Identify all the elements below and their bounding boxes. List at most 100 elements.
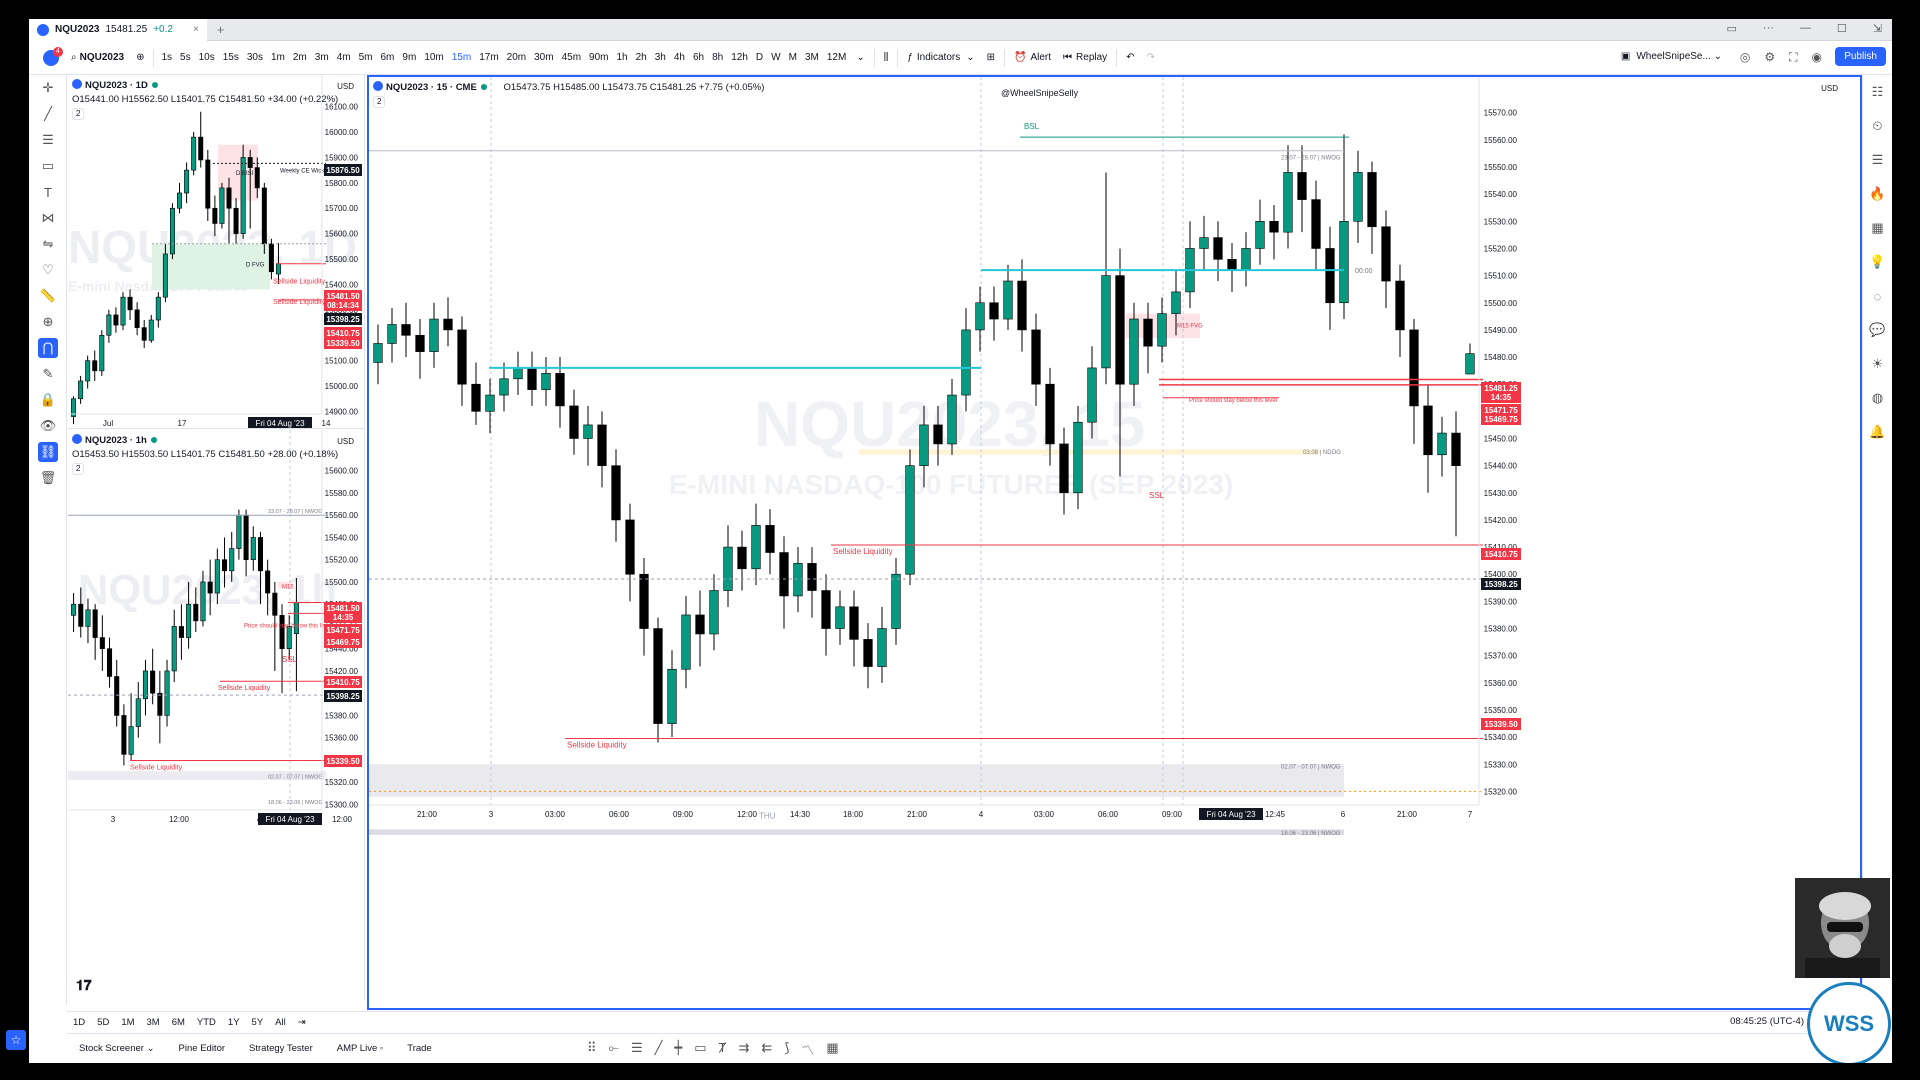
interval-10s[interactable]: 10s [195, 41, 219, 75]
hourly-symbol[interactable]: NQU2023 · 1h [85, 435, 147, 446]
layout-selector[interactable]: ▣ WheelSnipeSe... ⌄ [1621, 51, 1722, 62]
snapshot-icon[interactable]: ◉ [1812, 50, 1822, 65]
range-1y[interactable]: 1Y [228, 1017, 240, 1028]
rectangle-icon[interactable]: ▭ [694, 1040, 706, 1059]
quick-search-icon[interactable]: ◎ [1740, 50, 1750, 65]
chart-type-icon[interactable]: ⫼ [878, 41, 895, 75]
alerts-icon[interactable]: ⏲ [1863, 109, 1892, 143]
interval-2m[interactable]: 2m [289, 41, 311, 75]
interval-3h[interactable]: 3h [651, 41, 670, 75]
new-tab-icon[interactable]: + [217, 22, 225, 37]
hourly-chart-svg[interactable]: 23.07 - 28.07 | NWOG M15 Price should stay… [68, 430, 365, 1000]
trend-line-icon[interactable]: ╱ [29, 101, 67, 127]
range-5d[interactable]: 5D [97, 1017, 109, 1028]
hourly-currency[interactable]: USD [337, 437, 354, 446]
range-1m[interactable]: 1M [121, 1017, 134, 1028]
ruler-icon[interactable]: 📏 [29, 283, 67, 309]
interval-20m[interactable]: 20m [503, 41, 530, 75]
interval-12h[interactable]: 12h [727, 41, 752, 75]
tab-trade[interactable]: Trade [395, 1043, 443, 1054]
compare-icon[interactable]: ⊕ [130, 41, 150, 75]
fib-retracement-icon[interactable]: ☰ [29, 127, 67, 153]
daily-currency[interactable]: USD [337, 82, 354, 91]
tab-close-icon[interactable]: × [193, 24, 199, 35]
crosshair-icon[interactable]: ✛ [29, 75, 67, 101]
main-indicator-count[interactable]: 2 [373, 96, 386, 108]
chart-pane-main[interactable]: NQU2023, 15 E-MINI NASDAQ-100 FUTURES (S… [367, 75, 1862, 1010]
signal-icon[interactable]: ◍ [1863, 381, 1892, 415]
symbol-search[interactable]: ⌕ NQU2023 [65, 41, 130, 75]
favorites-icon[interactable]: ♡ [29, 257, 67, 283]
interval-9m[interactable]: 9m [398, 41, 420, 75]
interval-2h[interactable]: 2h [632, 41, 651, 75]
tab-stock-screener[interactable]: Stock Screener ⌄ [67, 1043, 167, 1054]
interval-15m[interactable]: 15m [448, 41, 475, 75]
fullscreen-icon[interactable]: ⛶ [1789, 50, 1797, 65]
ideas-icon[interactable]: 💡 [1863, 245, 1892, 279]
hotlist-icon[interactable]: 🔥 [1863, 177, 1892, 211]
interval-8h[interactable]: 8h [708, 41, 727, 75]
interval-1s[interactable]: 1s [157, 41, 176, 75]
lock-icon[interactable]: 🔒 [29, 387, 67, 413]
path-icon[interactable]: ⟆ [784, 1040, 789, 1059]
streams-icon[interactable]: ◌ [1863, 279, 1892, 313]
trash-icon[interactable]: 🗑 [29, 465, 67, 491]
alert-button[interactable]: ⏰ Alert [1008, 41, 1057, 75]
interval-D[interactable]: D [752, 41, 767, 75]
interval-4h[interactable]: 4h [670, 41, 689, 75]
range-5y[interactable]: 5Y [252, 1017, 264, 1028]
interval-30m[interactable]: 30m [530, 41, 557, 75]
clock[interactable]: 08:45:25 (UTC-4) [1730, 1016, 1804, 1027]
close-window-icon[interactable]: ⇲ [1873, 22, 1882, 35]
drag-handle-icon[interactable]: ⠿ [587, 1040, 597, 1059]
bulb-icon[interactable]: ☀ [1863, 347, 1892, 381]
interval-3M[interactable]: 3M [801, 41, 823, 75]
short-position-icon[interactable]: ⇇ [761, 1040, 772, 1059]
range-1d[interactable]: 1D [73, 1017, 85, 1028]
templates-icon[interactable]: ⊞ [981, 41, 1001, 75]
range-6m[interactable]: 6M [172, 1017, 185, 1028]
interval-10m[interactable]: 10m [420, 41, 447, 75]
watchlist-icon[interactable]: ☷ [1863, 75, 1892, 109]
interval-6h[interactable]: 6h [689, 41, 708, 75]
range-3m[interactable]: 3M [147, 1017, 160, 1028]
chart-pane-daily[interactable]: NQU2023, 1D E-mini Nasdaq-100 Futures We… [68, 75, 365, 429]
polyline-icon[interactable]: 〽 [801, 1040, 814, 1059]
chart-pane-hourly[interactable]: NQU2023, 1h 23.07 - 28.07 | NWOG M15 Price… [68, 430, 365, 1000]
avatar[interactable]: 4 [37, 41, 65, 75]
settings-icon[interactable]: ⚙ [1764, 50, 1775, 65]
interval-3m[interactable]: 3m [311, 41, 333, 75]
interval-6m[interactable]: 6m [377, 41, 399, 75]
interval-17m[interactable]: 17m [475, 41, 502, 75]
range-all[interactable]: All [275, 1017, 286, 1028]
text-icon[interactable]: T [29, 179, 67, 205]
interval-W[interactable]: W [767, 41, 784, 75]
maximize-icon[interactable]: ☐ [1837, 22, 1847, 35]
replay-button[interactable]: ⏮ Replay [1057, 41, 1113, 75]
interval-5m[interactable]: 5m [355, 41, 377, 75]
grid-icon[interactable]: ▦ [826, 1040, 838, 1059]
main-chart-svg[interactable]: BSL 23.07 - 28.07 | NWOG 00:00 M15 FVG Price… [369, 77, 1860, 1008]
calendar-icon[interactable]: ▦ [1863, 211, 1892, 245]
undo-icon[interactable]: ↶ [1120, 41, 1140, 75]
redo-icon[interactable]: ↷ [1141, 41, 1161, 75]
text-tool-icon[interactable]: Ⱦ [719, 1040, 727, 1059]
magnet-icon[interactable]: ⋂ [29, 335, 67, 361]
horizontal-ray-icon[interactable]: ⟜ [609, 1040, 619, 1059]
daily-indicator-count[interactable]: 2 [72, 108, 85, 120]
news-icon[interactable]: ☰ [1863, 143, 1892, 177]
tab-pine-editor[interactable]: Pine Editor [167, 1043, 237, 1054]
interval-12M[interactable]: 12M [823, 41, 850, 75]
interval-dropdown-icon[interactable]: ⌄ [850, 41, 870, 75]
publish-button[interactable]: Publish [1835, 47, 1886, 66]
trend-line-icon[interactable]: ╱ [655, 1040, 663, 1059]
interval-30s[interactable]: 30s [243, 41, 267, 75]
forecast-icon[interactable]: ⇋ [29, 231, 67, 257]
vertical-line-icon[interactable]: ┿ [674, 1040, 682, 1059]
rectangle-icon[interactable]: ▭ [29, 153, 67, 179]
more-icon[interactable]: ··· [1763, 22, 1774, 35]
tab-amp-live[interactable]: AMP Live ◦ [325, 1043, 396, 1054]
daily-symbol[interactable]: NQU2023 · 1D [85, 80, 148, 91]
goto-date-icon[interactable]: ⇥ [298, 1017, 306, 1028]
minimize-icon[interactable]: — [1800, 22, 1811, 35]
